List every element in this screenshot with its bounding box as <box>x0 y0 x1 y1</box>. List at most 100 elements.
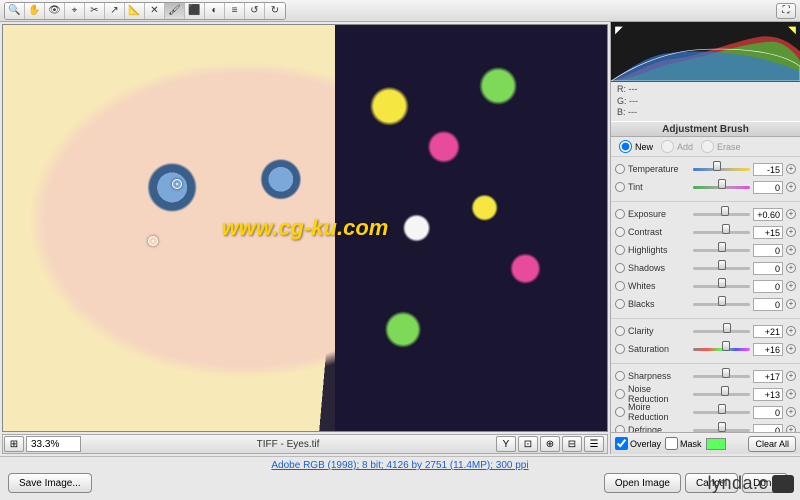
tool-button-5[interactable]: ↗ <box>105 3 125 19</box>
slider-toggle[interactable] <box>615 344 625 354</box>
slider-track[interactable] <box>693 299 750 309</box>
slider-track[interactable] <box>693 407 750 417</box>
brush-pin[interactable] <box>148 236 158 246</box>
slider-value[interactable]: +21 <box>753 325 783 338</box>
slider-track[interactable] <box>693 227 750 237</box>
slider-toggle[interactable] <box>615 263 625 273</box>
slider-reset[interactable]: + <box>786 245 796 255</box>
canvas-bar-button-0[interactable]: Y <box>496 436 516 452</box>
slider-thumb[interactable] <box>721 386 729 396</box>
slider-toggle[interactable] <box>615 425 625 432</box>
mode-add[interactable]: Add <box>661 140 693 153</box>
slider-value[interactable]: 0 <box>753 262 783 275</box>
tool-button-12[interactable]: ↺ <box>245 3 265 19</box>
slider-reset[interactable]: + <box>786 164 796 174</box>
slider-thumb[interactable] <box>722 224 730 234</box>
slider-toggle[interactable] <box>615 182 625 192</box>
tool-button-1[interactable]: ✋ <box>25 3 45 19</box>
mask-color-swatch[interactable] <box>706 438 726 450</box>
slider-thumb[interactable] <box>718 242 726 252</box>
slider-value[interactable]: -15 <box>753 163 783 176</box>
slider-reset[interactable]: + <box>786 389 796 399</box>
view-mode-button[interactable]: ⊞ <box>4 436 24 452</box>
overlay-checkbox[interactable] <box>615 437 628 450</box>
slider-toggle[interactable] <box>615 209 625 219</box>
slider-value[interactable]: 0 <box>753 298 783 311</box>
slider-thumb[interactable] <box>723 323 731 333</box>
tool-button-0[interactable]: 🔍 <box>5 3 25 19</box>
mask-toggle[interactable]: Mask <box>665 437 702 450</box>
histogram[interactable]: ◤ ◥ <box>611 22 800 82</box>
tool-button-11[interactable]: ≡ <box>225 3 245 19</box>
mode-erase[interactable]: Erase <box>701 140 741 153</box>
canvas-bar-button-4[interactable]: ☰ <box>584 436 604 452</box>
slider-track[interactable] <box>693 326 750 336</box>
slider-reset[interactable]: + <box>786 326 796 336</box>
slider-reset[interactable]: + <box>786 299 796 309</box>
slider-toggle[interactable] <box>615 371 625 381</box>
slider-thumb[interactable] <box>718 422 726 432</box>
slider-thumb[interactable] <box>713 161 721 171</box>
slider-value[interactable]: +0.60 <box>753 208 783 221</box>
slider-value[interactable]: +17 <box>753 370 783 383</box>
slider-reset[interactable]: + <box>786 407 796 417</box>
tool-button-9[interactable]: ⬛ <box>185 3 205 19</box>
slider-reset[interactable]: + <box>786 371 796 381</box>
shadow-clip-icon[interactable]: ◤ <box>613 24 625 36</box>
slider-value[interactable]: 0 <box>753 181 783 194</box>
slider-track[interactable] <box>693 344 750 354</box>
slider-reset[interactable]: + <box>786 182 796 192</box>
mode-new[interactable]: New <box>619 140 653 153</box>
overlay-toggle[interactable]: Overlay <box>615 437 661 450</box>
slider-track[interactable] <box>693 281 750 291</box>
slider-thumb[interactable] <box>722 368 730 378</box>
slider-reset[interactable]: + <box>786 227 796 237</box>
slider-value[interactable]: 0 <box>753 244 783 257</box>
slider-value[interactable]: 0 <box>753 406 783 419</box>
slider-track[interactable] <box>693 389 750 399</box>
tool-button-13[interactable]: ↻ <box>265 3 285 19</box>
save-image-button[interactable]: Save Image... <box>8 473 92 493</box>
slider-track[interactable] <box>693 209 750 219</box>
slider-reset[interactable]: + <box>786 425 796 432</box>
slider-toggle[interactable] <box>615 389 625 399</box>
slider-toggle[interactable] <box>615 281 625 291</box>
image-canvas[interactable]: www.cg-ku.com <box>2 24 608 432</box>
slider-reset[interactable]: + <box>786 263 796 273</box>
mask-checkbox[interactable] <box>665 437 678 450</box>
tool-button-2[interactable]: 👁 <box>45 3 65 19</box>
slider-value[interactable]: 0 <box>753 424 783 432</box>
slider-toggle[interactable] <box>615 299 625 309</box>
slider-toggle[interactable] <box>615 326 625 336</box>
slider-thumb[interactable] <box>718 260 726 270</box>
slider-track[interactable] <box>693 164 750 174</box>
mode-add-radio[interactable] <box>661 140 674 153</box>
slider-value[interactable]: 0 <box>753 280 783 293</box>
slider-track[interactable] <box>693 182 750 192</box>
slider-thumb[interactable] <box>718 296 726 306</box>
canvas-bar-button-2[interactable]: ⊕ <box>540 436 560 452</box>
slider-thumb[interactable] <box>721 206 729 216</box>
slider-track[interactable] <box>693 371 750 381</box>
slider-track[interactable] <box>693 425 750 432</box>
slider-reset[interactable]: + <box>786 344 796 354</box>
clear-all-button[interactable]: Clear All <box>748 436 796 452</box>
tool-button-7[interactable]: ✕ <box>145 3 165 19</box>
slider-value[interactable]: +15 <box>753 226 783 239</box>
slider-toggle[interactable] <box>615 245 625 255</box>
slider-thumb[interactable] <box>718 179 726 189</box>
tool-button-3[interactable]: ⌖ <box>65 3 85 19</box>
slider-reset[interactable]: + <box>786 281 796 291</box>
mode-new-radio[interactable] <box>619 140 632 153</box>
slider-value[interactable]: +13 <box>753 388 783 401</box>
tool-button-10[interactable]: ◐ <box>205 3 225 19</box>
slider-thumb[interactable] <box>718 404 726 414</box>
mode-erase-radio[interactable] <box>701 140 714 153</box>
metadata-link[interactable]: Adobe RGB (1998); 8 bit; 4126 by 2751 (1… <box>271 460 528 471</box>
slider-track[interactable] <box>693 263 750 273</box>
tool-button-8[interactable]: 🖌 <box>165 3 185 19</box>
slider-toggle[interactable] <box>615 407 625 417</box>
slider-thumb[interactable] <box>722 341 730 351</box>
slider-toggle[interactable] <box>615 164 625 174</box>
slider-toggle[interactable] <box>615 227 625 237</box>
